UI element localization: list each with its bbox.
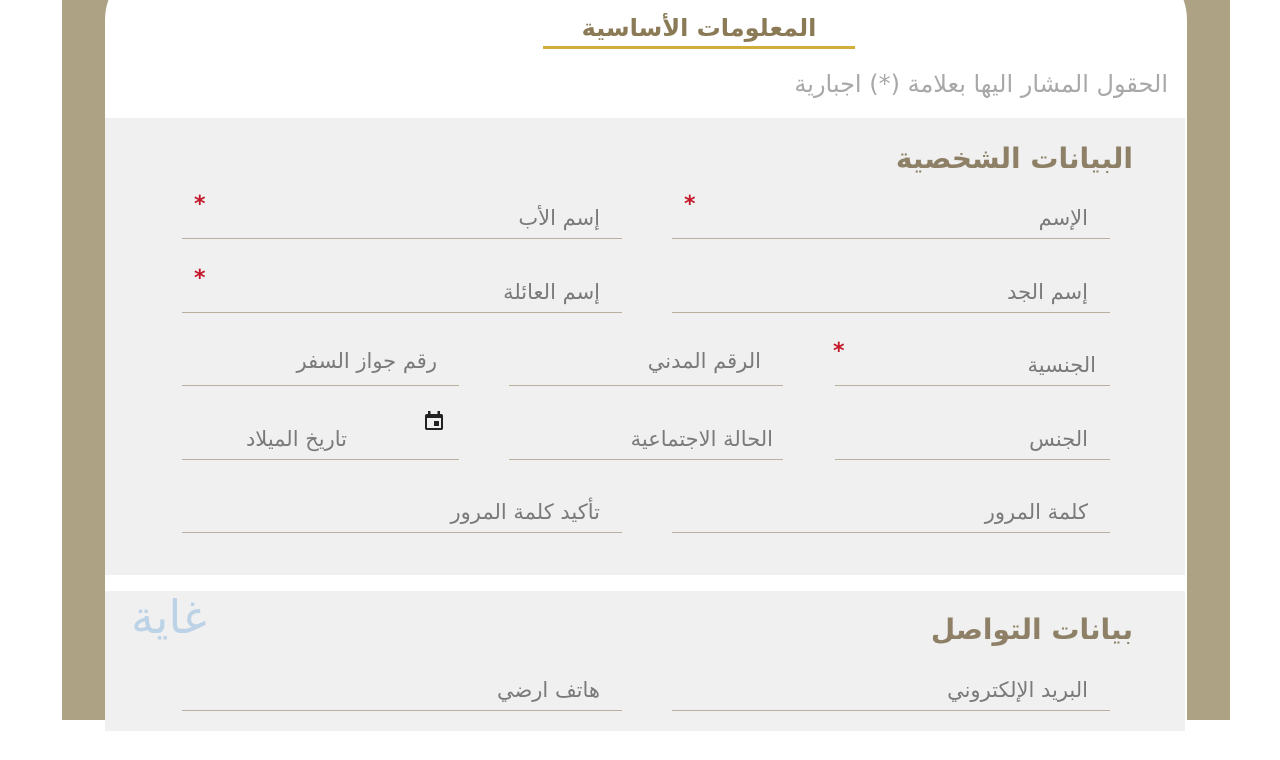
required-star: * xyxy=(684,192,696,217)
birth-date-field[interactable]: تاريخ الميلاد xyxy=(182,411,459,460)
password-label: كلمة المرور xyxy=(984,500,1088,524)
required-star: * xyxy=(194,266,206,291)
email-label: البريد الإلكتروني xyxy=(947,678,1088,702)
passport-number-label: رقم جواز السفر xyxy=(296,349,438,373)
name-field[interactable]: الإسم * xyxy=(672,192,1110,239)
password-field[interactable]: كلمة المرور xyxy=(672,492,1110,533)
contact-section-title: بيانات التواصل xyxy=(930,613,1133,646)
watermark-logo: غاية xyxy=(131,590,207,644)
nationality-label: الجنسية xyxy=(1027,353,1096,377)
family-name-label: إسم العائلة xyxy=(503,280,600,304)
gender-select[interactable]: الجنس xyxy=(835,419,1110,460)
gender-label: الجنس xyxy=(1029,427,1088,451)
civil-id-label: الرقم المدني xyxy=(647,349,761,373)
required-fields-note: الحقول المشار اليها بعلامة (*) اجبارية xyxy=(794,70,1168,98)
nationality-select[interactable]: الجنسية * xyxy=(833,339,1110,386)
name-label: الإسم xyxy=(1038,206,1088,230)
landline-label: هاتف ارضي xyxy=(496,678,600,702)
civil-id-field[interactable]: الرقم المدني xyxy=(509,345,783,386)
tab-basic-info[interactable]: المعلومات الأساسية xyxy=(543,14,855,42)
father-name-field[interactable]: إسم الأب * xyxy=(182,192,622,239)
grandfather-name-label: إسم الجد xyxy=(1007,280,1088,304)
marital-status-label: الحالة الاجتماعية xyxy=(630,427,773,451)
grandfather-name-field[interactable]: إسم الجد xyxy=(672,272,1110,313)
email-field[interactable]: البريد الإلكتروني xyxy=(672,670,1110,711)
birth-date-label: تاريخ الميلاد xyxy=(245,427,347,451)
tab-active-underline xyxy=(543,46,855,49)
confirm-password-label: تأكيد كلمة المرور xyxy=(450,500,600,524)
calendar-icon[interactable] xyxy=(424,411,444,431)
required-star: * xyxy=(194,192,206,217)
marital-status-select[interactable]: الحالة الاجتماعية xyxy=(509,419,783,460)
confirm-password-field[interactable]: تأكيد كلمة المرور xyxy=(182,492,622,533)
landline-field[interactable]: هاتف ارضي xyxy=(182,670,622,711)
family-name-field[interactable]: إسم العائلة * xyxy=(182,266,622,313)
personal-section-title: البيانات الشخصية xyxy=(895,142,1133,175)
passport-number-field[interactable]: رقم جواز السفر xyxy=(182,345,459,386)
required-star: * xyxy=(833,339,845,364)
father-name-label: إسم الأب xyxy=(518,206,600,230)
